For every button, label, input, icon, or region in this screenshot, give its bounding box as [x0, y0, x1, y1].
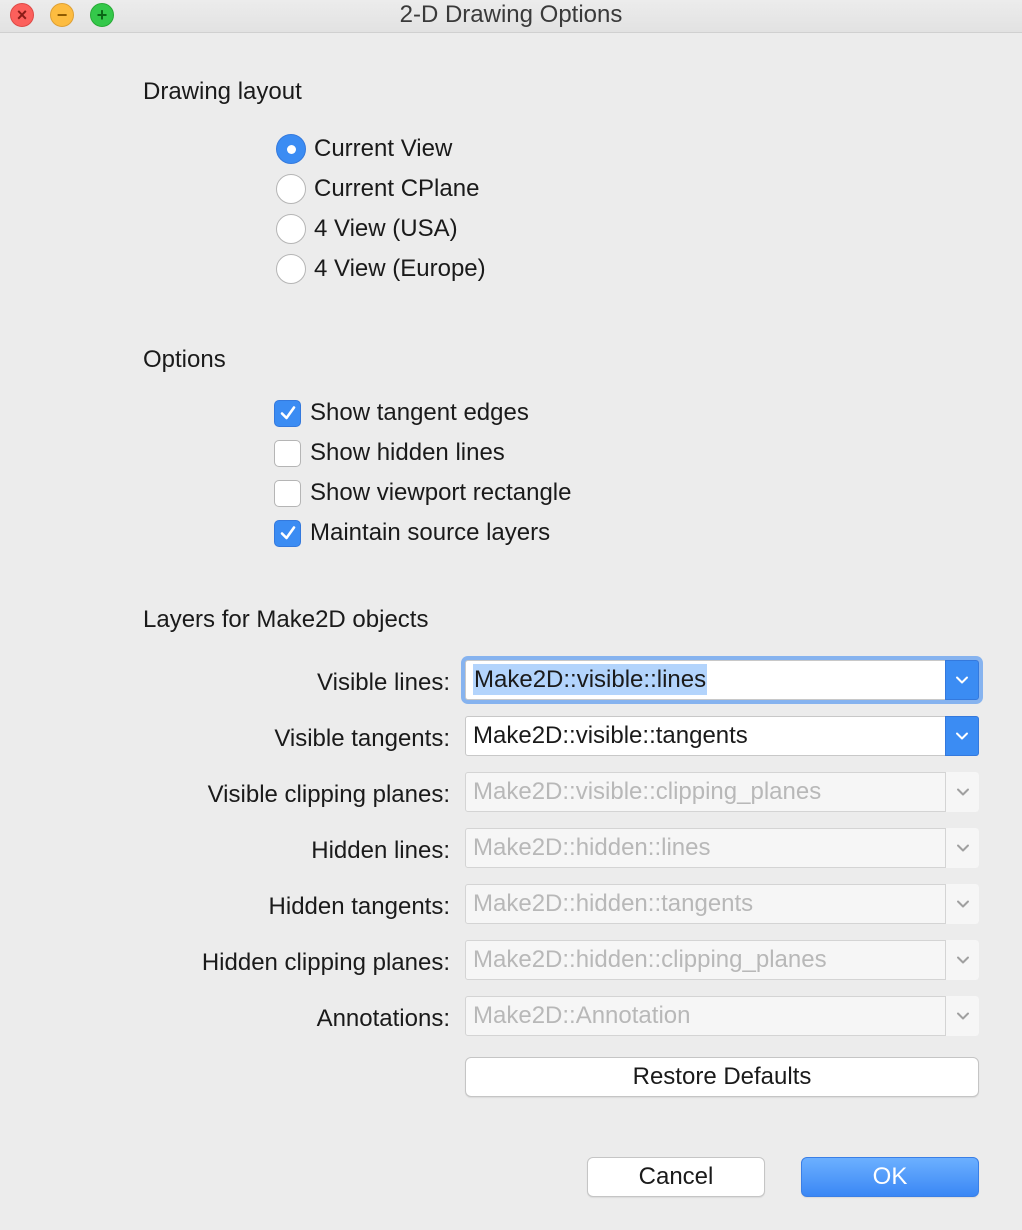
- combo-value: Make2D::visible::clipping_planes: [473, 778, 822, 805]
- dropdown-button[interactable]: [945, 828, 979, 868]
- window-title: 2-D Drawing Options: [399, 1, 623, 28]
- checkbox-maintain-source-layers[interactable]: Maintain source layers: [274, 517, 550, 549]
- visible-lines-combo[interactable]: Make2D::visible::lines: [465, 660, 979, 700]
- radio-button[interactable]: [276, 174, 306, 204]
- chevron-down-icon: [956, 956, 969, 964]
- checkmark-icon: [280, 526, 295, 540]
- radio-4-view-usa[interactable]: 4 View (USA): [276, 213, 458, 245]
- hidden-lines-combo[interactable]: Make2D::hidden::lines: [465, 828, 979, 868]
- radio-label: 4 View (Europe): [314, 255, 486, 282]
- combo-value: Make2D::Annotation: [473, 1002, 691, 1029]
- chevron-down-icon: [956, 676, 968, 684]
- radio-label: Current CPlane: [314, 175, 480, 202]
- dropdown-button[interactable]: [945, 716, 979, 756]
- chevron-down-icon: [956, 1012, 969, 1020]
- checkbox[interactable]: [274, 439, 301, 467]
- dropdown-button[interactable]: [945, 884, 979, 924]
- radio-4-view-europe[interactable]: 4 View (Europe): [276, 253, 486, 285]
- combo-value: Make2D::visible::lines: [473, 664, 708, 695]
- checkbox[interactable]: [274, 519, 301, 547]
- dropdown-button[interactable]: [945, 772, 979, 812]
- chevron-down-icon: [956, 732, 968, 740]
- dropdown-button[interactable]: [945, 660, 979, 700]
- checkmark-icon: [280, 406, 295, 420]
- radio-button[interactable]: [276, 134, 306, 164]
- dropdown-button[interactable]: [945, 996, 979, 1036]
- radio-label: Current View: [314, 135, 453, 162]
- checkbox-label: Show viewport rectangle: [310, 479, 572, 506]
- options-heading: Options: [143, 346, 226, 373]
- title-bar: × − + 2-D Drawing Options: [0, 0, 1022, 33]
- visible-clipping-planes-combo[interactable]: Make2D::visible::clipping_planes: [465, 772, 979, 812]
- annotations-combo[interactable]: Make2D::Annotation: [465, 996, 979, 1036]
- layers-heading: Layers for Make2D objects: [143, 606, 429, 633]
- radio-current-cplane[interactable]: Current CPlane: [276, 173, 479, 205]
- hidden-clipping-planes-combo[interactable]: Make2D::hidden::clipping_planes: [465, 940, 979, 980]
- checkbox-label: Maintain source layers: [310, 519, 551, 546]
- cancel-button[interactable]: Cancel: [587, 1157, 765, 1197]
- visible-lines-label: Visible lines:: [317, 669, 450, 696]
- dropdown-button[interactable]: [945, 940, 979, 980]
- radio-button[interactable]: [276, 254, 306, 284]
- radio-button[interactable]: [276, 214, 306, 244]
- hidden-tangents-label: Hidden tangents:: [268, 893, 450, 920]
- visible-tangents-combo[interactable]: Make2D::visible::tangents: [465, 716, 979, 756]
- checkbox-label: Show tangent edges: [310, 399, 529, 426]
- checkbox[interactable]: [274, 479, 301, 507]
- annotations-label: Annotations:: [316, 1005, 450, 1032]
- hidden-lines-label: Hidden lines:: [311, 837, 450, 864]
- hidden-tangents-combo[interactable]: Make2D::hidden::tangents: [465, 884, 979, 924]
- visible-clipping-planes-label: Visible clipping planes:: [207, 781, 450, 808]
- ok-button[interactable]: OK: [801, 1157, 979, 1197]
- chevron-down-icon: [956, 788, 969, 796]
- combo-value: Make2D::visible::tangents: [473, 722, 748, 749]
- radio-current-view[interactable]: Current View: [276, 133, 452, 165]
- combo-value: Make2D::hidden::lines: [473, 834, 711, 861]
- checkbox-show-tangent-edges[interactable]: Show tangent edges: [274, 397, 529, 429]
- chevron-down-icon: [956, 844, 969, 852]
- combo-value: Make2D::hidden::clipping_planes: [473, 946, 827, 973]
- checkbox-show-hidden-lines[interactable]: Show hidden lines: [274, 437, 505, 469]
- drawing-layout-heading: Drawing layout: [143, 78, 302, 105]
- combo-value: Make2D::hidden::tangents: [473, 890, 754, 917]
- checkbox-show-viewport-rectangle[interactable]: Show viewport rectangle: [274, 477, 571, 509]
- chevron-down-icon: [956, 900, 969, 908]
- checkbox[interactable]: [274, 399, 301, 427]
- checkbox-label: Show hidden lines: [310, 439, 505, 466]
- restore-defaults-button[interactable]: Restore Defaults: [465, 1057, 979, 1097]
- radio-label: 4 View (USA): [314, 215, 458, 242]
- hidden-clipping-planes-label: Hidden clipping planes:: [201, 949, 450, 976]
- visible-tangents-label: Visible tangents:: [274, 725, 450, 752]
